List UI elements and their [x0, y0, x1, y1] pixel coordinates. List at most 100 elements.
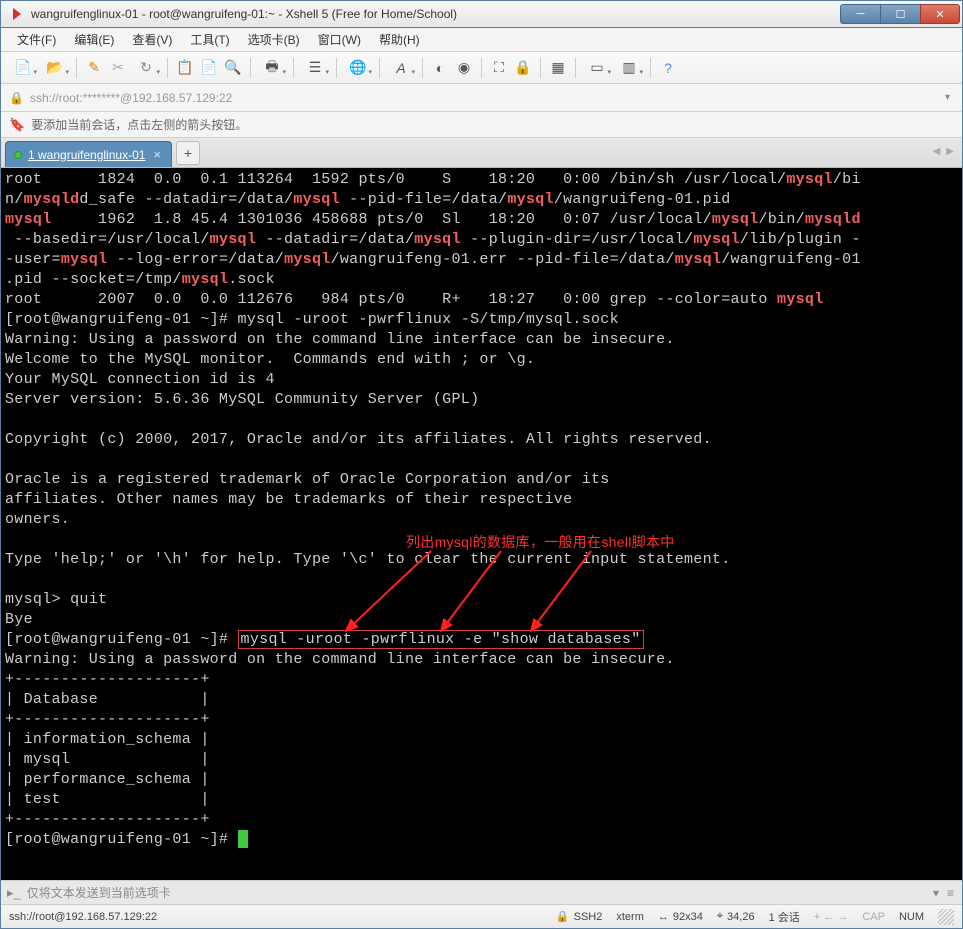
bookmark-icon[interactable]: 🔖 — [9, 117, 25, 133]
properties-button[interactable]: ☰ — [301, 58, 329, 78]
toolbar: 📄 📂 ✎ ✂ ↻ 📋 📄 🔍 🖶 ☰ 🌐 A ◐ ◉ ⛶ 🔒 ▦ ▭ ▥ ? — [1, 52, 962, 84]
t: Bye — [5, 611, 33, 628]
menu-edit[interactable]: 编辑(E) — [66, 29, 122, 50]
session-tab[interactable]: 1 wangruifenglinux-01 × — [5, 141, 172, 167]
menu-window[interactable]: 窗口(W) — [310, 29, 369, 50]
t: mysql — [284, 251, 331, 268]
t: n/ — [5, 191, 24, 208]
t: | mysql | — [5, 751, 210, 768]
terminal[interactable]: root 1824 0.0 0.1 113264 1592 pts/0 S 18… — [1, 168, 962, 880]
close-button[interactable]: ✕ — [920, 4, 960, 24]
t: /wangruifeng-01 — [721, 251, 861, 268]
t: mysql> quit — [5, 591, 107, 608]
t: Copyright (c) 2000, 2017, Oracle and/or … — [5, 431, 712, 448]
separator — [76, 58, 77, 78]
separator — [575, 58, 576, 78]
t: mysql — [693, 231, 740, 248]
t: d_safe --datadir=/data/ — [79, 191, 293, 208]
expand-icon[interactable]: ≡ — [945, 886, 956, 900]
t: [root@wangruifeng-01 ~]# — [5, 631, 238, 648]
find-button[interactable]: 🔍 — [223, 58, 243, 78]
t: mysql — [675, 251, 722, 268]
menu-file[interactable]: 文件(F) — [9, 29, 64, 50]
t: | information_schema | — [5, 731, 210, 748]
titlebar: wangruifenglinux-01 - root@wangruifeng-0… — [0, 0, 963, 28]
tile-button[interactable]: ▥ — [615, 58, 643, 78]
tab-close-icon[interactable]: × — [151, 147, 163, 162]
terminal-icon: ▸_ — [7, 885, 21, 901]
layout-button[interactable]: ▭ — [583, 58, 611, 78]
pos-icon: ⌖ — [717, 910, 723, 923]
tab-prev-icon[interactable]: ◀ — [931, 144, 943, 159]
status-cap: CAP — [862, 911, 885, 923]
t: --datadir=/data/ — [256, 231, 414, 248]
globe-button[interactable]: 🌐 — [344, 58, 372, 78]
tab-add-button[interactable]: + — [176, 141, 200, 165]
t: mysql — [61, 251, 108, 268]
t: mysql — [5, 211, 52, 228]
lock-icon: 🔒 — [556, 910, 570, 923]
dropdown-icon[interactable]: ▾ — [931, 886, 941, 900]
reconnect-button[interactable]: ↻ — [132, 58, 160, 78]
separator — [250, 58, 251, 78]
t: Warning: Using a password on the command… — [5, 651, 675, 668]
address-dropdown[interactable]: ▾ — [941, 92, 954, 103]
print-button[interactable]: 🖶 — [258, 58, 286, 78]
connect-button[interactable]: ✎ — [84, 58, 104, 78]
maximize-button[interactable]: ☐ — [880, 4, 920, 24]
t: /bi — [833, 171, 861, 188]
status-term: xterm — [616, 911, 644, 923]
status-num: NUM — [899, 911, 924, 923]
status-ssh: 🔒SSH2 — [556, 910, 602, 923]
t: mysql — [712, 211, 759, 228]
t: | test | — [5, 791, 210, 808]
disconnect-button[interactable]: ✂ — [108, 58, 128, 78]
t: +--------------------+ — [5, 711, 210, 728]
size-icon: ↔ — [658, 911, 669, 923]
t: mysqld — [805, 211, 861, 228]
help-button[interactable]: ? — [658, 58, 678, 78]
t: Welcome to the MySQL monitor. Commands e… — [5, 351, 535, 368]
menu-help[interactable]: 帮助(H) — [371, 29, 428, 50]
t: mysql — [777, 291, 824, 308]
t: +--------------------+ — [5, 811, 210, 828]
status-sessions: 1 会话 — [769, 909, 800, 925]
status-nav: + ← → — [814, 911, 849, 923]
copy-button[interactable]: 📋 — [175, 58, 195, 78]
color-button[interactable]: ◐ — [430, 58, 450, 78]
t: --plugin-dir=/usr/local/ — [461, 231, 694, 248]
address-text[interactable]: ssh://root:********@192.168.57.129:22 — [30, 91, 935, 105]
t: root 2007 0.0 0.0 112676 984 pts/0 R+ 18… — [5, 291, 777, 308]
paste-button[interactable]: 📄 — [199, 58, 219, 78]
highlighted-command: mysql -uroot -pwrflinux -e "show databas… — [238, 630, 644, 649]
menu-tools[interactable]: 工具(T) — [182, 29, 237, 50]
separator — [540, 58, 541, 78]
tab-next-icon[interactable]: ▶ — [944, 144, 956, 159]
highlight-button[interactable]: ◉ — [454, 58, 474, 78]
minimize-button[interactable]: ─ — [840, 4, 880, 24]
menu-tabs[interactable]: 选项卡(B) — [240, 29, 308, 50]
separator — [379, 58, 380, 78]
t: mysqld — [24, 191, 80, 208]
annotation-text: 列出mysql的数据库，一般用在shell脚本中 — [406, 532, 675, 552]
input-hint-text[interactable]: 仅将文本发送到当前选项卡 — [27, 884, 171, 901]
t: 1962 1.8 45.4 1301036 458688 pts/0 Sl 18… — [52, 211, 712, 228]
hint-bar: 🔖 要添加当前会话，点击左侧的箭头按钮。 — [1, 112, 962, 138]
window-buttons: ─ ☐ ✕ — [840, 4, 960, 24]
tab-label: 1 wangruifenglinux-01 — [28, 148, 145, 162]
t: /bin/ — [758, 211, 805, 228]
new-session-button[interactable]: 📄 — [9, 58, 37, 78]
grid-button[interactable]: ▦ — [548, 58, 568, 78]
lock-button[interactable]: 🔒 — [513, 58, 533, 78]
font-button[interactable]: A — [387, 58, 415, 78]
hint-text: 要添加当前会话，点击左侧的箭头按钮。 — [31, 116, 247, 133]
t: affiliates. Other names may be trademark… — [5, 491, 572, 508]
t: --pid-file=/data/ — [340, 191, 507, 208]
menu-view[interactable]: 查看(V) — [124, 29, 180, 50]
t: Type 'help;' or '\h' for help. Type '\c'… — [5, 551, 731, 568]
t: --basedir=/usr/local/ — [5, 231, 210, 248]
open-button[interactable]: 📂 — [41, 58, 69, 78]
fullscreen-button[interactable]: ⛶ — [489, 58, 509, 78]
app-icon — [9, 6, 25, 22]
resize-grip[interactable] — [938, 909, 954, 925]
